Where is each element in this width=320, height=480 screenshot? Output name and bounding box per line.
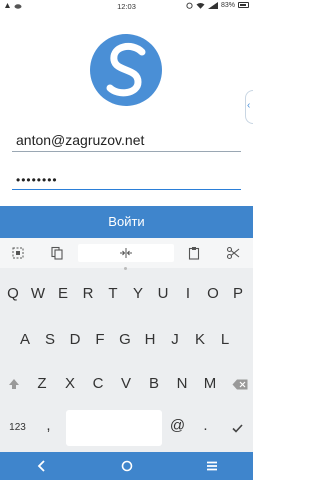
key-v[interactable]: V [114,368,138,400]
alarm-icon [186,2,193,9]
back-icon[interactable] [35,459,49,473]
cut-icon[interactable] [226,246,240,260]
numbers-key[interactable]: 123 [0,412,35,444]
password-field[interactable]: •••••••• [12,168,241,190]
key-g[interactable]: G [113,324,137,356]
key-r[interactable]: R [76,278,100,310]
app-logo [90,34,162,106]
select-all-icon[interactable] [11,246,25,260]
signal-icon [207,1,218,9]
enter-key[interactable] [221,412,253,444]
battery-icon [238,2,249,8]
password-value: •••••••• [16,173,58,187]
edit-toolbar [0,238,253,268]
status-bar: 12:03 83% [0,0,253,12]
navigation-bar [0,452,253,480]
key-u[interactable]: U [151,278,175,310]
comma-key[interactable]: , [36,410,61,442]
cursor-arrows-icon [120,248,132,258]
chevron-left-icon: ‹ [247,100,251,111]
wifi-icon [196,2,205,9]
key-f[interactable]: F [88,324,112,356]
key-n[interactable]: N [170,368,194,400]
key-b[interactable]: B [142,368,166,400]
key-q[interactable]: Q [1,278,25,310]
clipboard-icon[interactable] [187,246,201,260]
key-o[interactable]: O [201,278,225,310]
home-icon[interactable] [120,459,134,473]
backspace-key[interactable] [227,368,253,400]
key-i[interactable]: I [176,278,200,310]
side-panel-tab[interactable]: ‹ [245,90,253,124]
battery-percent: 83% [220,1,235,9]
copy-icon[interactable] [50,246,64,260]
key-l[interactable]: L [213,324,237,356]
period-key[interactable]: . [193,410,218,442]
key-y[interactable]: Y [126,278,150,310]
shift-key[interactable] [0,368,27,400]
key-j[interactable]: J [163,324,187,356]
key-e[interactable]: E [51,278,75,310]
key-s[interactable]: S [38,324,62,356]
key-x[interactable]: X [58,368,82,400]
key-d[interactable]: D [63,324,87,356]
cursor-move-control[interactable] [78,244,174,262]
keyboard: QWERTYUIOP ASDFGHJKL ZXCVBNM 123 , @ . [0,238,253,452]
key-h[interactable]: H [138,324,162,356]
space-key[interactable] [66,410,162,446]
key-t[interactable]: T [101,278,125,310]
email-field[interactable]: anton@zagruzov.net [12,130,241,152]
key-p[interactable]: P [226,278,250,310]
key-z[interactable]: Z [30,368,54,400]
key-w[interactable]: W [26,278,50,310]
keyboard-handle [124,267,127,270]
key-a[interactable]: A [13,324,37,356]
login-button[interactable]: Войти [0,206,253,238]
key-c[interactable]: C [86,368,110,400]
key-k[interactable]: K [188,324,212,356]
key-m[interactable]: M [198,368,222,400]
email-value: anton@zagruzov.net [16,132,145,148]
at-key[interactable]: @ [165,410,190,442]
menu-icon[interactable] [205,459,219,473]
